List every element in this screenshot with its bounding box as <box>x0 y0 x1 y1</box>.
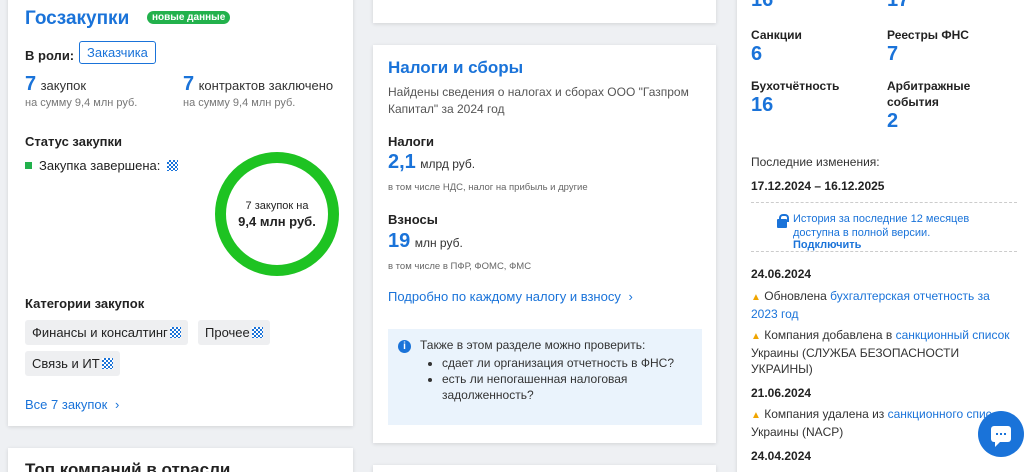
status-title: Статус закупки <box>25 134 123 149</box>
role-selector-button[interactable]: Заказчика <box>79 41 156 64</box>
company-summary-card: 16 17 Санкции 6 Реестры ФНС 7 Бухотчётно… <box>737 0 1024 472</box>
sanctions-stat[interactable]: Санкции 6 <box>751 27 802 66</box>
event-item: ▲ Компания удалена из санкционного спис … <box>751 406 1013 440</box>
connect-link[interactable]: Подключить <box>793 239 861 251</box>
arbitration-stat[interactable]: Арбитражные события 2 <box>887 78 997 133</box>
contracts-sum: на сумму 9,4 млн руб. <box>183 97 296 109</box>
donut-caption: 7 закупок на <box>245 199 309 212</box>
taxes-amount: 2,1 <box>388 151 416 173</box>
accounting-stat[interactable]: Бухотчётность 16 <box>751 78 839 117</box>
chat-icon <box>991 426 1011 447</box>
new-data-badge: новые данные <box>147 11 231 24</box>
contracts-count: 7 <box>183 73 195 95</box>
warning-icon: ▲ <box>751 331 761 342</box>
goszakupki-title[interactable]: Госзакупки <box>25 8 129 30</box>
categories-title: Категории закупок <box>25 296 145 311</box>
status-label: Закупка завершена: <box>39 158 161 173</box>
arbitration-count: 2 <box>887 110 899 132</box>
event-text: Обновлена <box>764 289 831 303</box>
cut-stat-right: 17 <box>887 0 910 11</box>
category-label: Прочее <box>205 325 250 340</box>
top-companies-card: Топ компаний в отрасли <box>8 448 353 472</box>
info-list-item: сдает ли организация отчетность в ФНС? <box>442 355 692 371</box>
event-text: Компания удалена из <box>764 407 888 421</box>
warning-icon: ▲ <box>751 292 761 303</box>
info-box: i Также в этом разделе можно проверить: … <box>388 329 702 425</box>
all-purchases-label: Все 7 закупок <box>25 397 108 412</box>
fns-registries-stat[interactable]: Реестры ФНС 7 <box>887 27 969 66</box>
status-donut-chart: 7 закупок на 9,4 млн руб. <box>215 152 339 276</box>
info-icon: i <box>398 340 411 353</box>
taxes-card-title[interactable]: Налоги и сборы <box>388 58 523 78</box>
purchases-sum: на сумму 9,4 млн руб. <box>25 97 138 109</box>
previous-card <box>373 0 716 23</box>
fns-registries-count: 7 <box>887 43 899 65</box>
event-link[interactable]: санкционного спис <box>888 407 992 421</box>
donut-amount: 9,4 млн руб. <box>238 213 316 229</box>
fees-note: в том числе в ПФР, ФОМС, ФМС <box>388 261 532 272</box>
event-text: Украины (NACP) <box>751 425 844 439</box>
recent-changes-title: Последние изменения: <box>751 155 880 169</box>
next-card <box>373 465 716 472</box>
taxes-note: в том числе НДС, налог на прибыль и друг… <box>388 182 588 193</box>
category-label: Финансы и консалтинг <box>32 325 168 340</box>
event-link[interactable]: санкционный список <box>896 328 1010 342</box>
event-date: 24.06.2024 <box>751 267 812 281</box>
tax-details-link[interactable]: Подробно по каждому налогу и взносу › <box>388 289 633 304</box>
chat-button[interactable] <box>978 411 1024 457</box>
goszakupki-card: Госзакупки новые данные В роли: Заказчик… <box>8 0 353 426</box>
accounting-label: Бухотчётность <box>751 79 840 93</box>
pattern-icon <box>169 327 181 338</box>
changes-period: 17.12.2024 – 16.12.2025 <box>751 179 885 193</box>
cut-stat-left: 16 <box>751 0 774 11</box>
info-intro: Также в этом разделе можно проверить: <box>420 338 646 352</box>
contracts-label: контрактов заключено <box>198 78 334 93</box>
status-color-square <box>25 162 32 169</box>
purchases-label: закупок <box>40 78 87 93</box>
taxes-value: 2,1 млрд руб. <box>388 151 475 174</box>
event-date: 21.06.2024 <box>751 386 812 400</box>
sanctions-count: 6 <box>751 43 763 65</box>
event-date: 24.04.2024 <box>751 449 812 463</box>
lock-icon <box>777 214 789 228</box>
fees-amount: 19 <box>388 230 411 252</box>
event-text: Компания добавлена в <box>764 328 896 342</box>
taxes-section-title: Налоги <box>388 134 435 149</box>
taxes-unit: млрд руб. <box>420 157 476 171</box>
chevron-right-icon: › <box>114 397 120 412</box>
info-list-item: есть ли непогашенная налоговая задолженн… <box>442 371 692 403</box>
fees-value: 19 млн руб. <box>388 230 463 253</box>
pattern-icon <box>101 358 113 369</box>
chevron-right-icon: › <box>628 289 633 304</box>
taxes-description: Найдены сведения о налогах и сборах ООО … <box>388 85 689 116</box>
history-upsell: История за последние 12 месяцев доступна… <box>751 202 1017 252</box>
role-label: В роли: <box>25 48 75 63</box>
purchases-count: 7 <box>25 73 37 95</box>
accounting-count: 16 <box>751 94 774 116</box>
top-companies-title: Топ компаний в отрасли <box>25 460 231 472</box>
purchases-stat[interactable]: 7 закупок на сумму 9,4 млн руб. <box>25 73 137 109</box>
event-item: ▲ Обновлена бухгалтерская отчетность за … <box>751 288 1013 322</box>
category-chip-finance[interactable]: Финансы и консалтинг <box>25 320 188 345</box>
pattern-icon <box>167 160 179 171</box>
status-legend-item: Закупка завершена: <box>25 158 179 173</box>
taxes-card: Налоги и сборы Найдены сведения о налога… <box>373 45 716 443</box>
pattern-icon <box>251 327 263 338</box>
fns-registries-label: Реестры ФНС <box>887 28 969 42</box>
fees-unit: млн руб. <box>414 236 463 250</box>
all-purchases-link[interactable]: Все 7 закупок › <box>25 397 119 412</box>
category-chip-it[interactable]: Связь и ИТ <box>25 351 120 376</box>
contracts-stat[interactable]: 7 контрактов заключено на сумму 9,4 млн … <box>183 73 333 109</box>
category-label: Связь и ИТ <box>32 356 100 371</box>
warning-icon: ▲ <box>751 410 761 421</box>
fees-section-title: Взносы <box>388 212 438 227</box>
sanctions-label: Санкции <box>751 28 802 42</box>
info-list: сдает ли организация отчетность в ФНС? е… <box>442 355 692 403</box>
arbitration-label: Арбитражные события <box>887 79 971 109</box>
history-text: История за последние 12 месяцев доступна… <box>793 213 970 239</box>
event-item: ▲ Компания добавлена в санкционный списо… <box>751 327 1013 377</box>
category-chip-other[interactable]: Прочее <box>198 320 270 345</box>
tax-details-label: Подробно по каждому налогу и взносу <box>388 289 621 304</box>
event-text: Украины (СЛУЖБА БЕЗОПАСНОСТИ УКРАИНЫ) <box>751 346 960 376</box>
